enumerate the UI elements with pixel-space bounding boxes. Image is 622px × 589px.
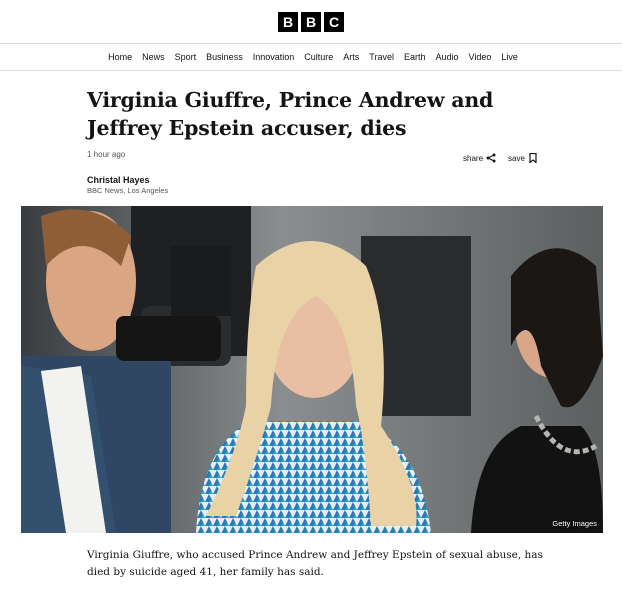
article-timestamp: 1 hour ago — [87, 150, 126, 159]
author-role: BBC News, Los Angeles — [87, 186, 169, 195]
article-headline: Virginia Giuffre, Prince Andrew and Jeff… — [87, 88, 494, 140]
nav-item-live[interactable]: Live — [501, 52, 518, 62]
photo-illustration — [21, 206, 603, 533]
bbc-logo[interactable]: B B C — [278, 12, 344, 32]
nav-item-business[interactable]: Business — [206, 52, 243, 62]
share-label: share — [463, 153, 484, 163]
logo-letter-b1: B — [278, 12, 298, 32]
nav-item-travel[interactable]: Travel — [369, 52, 394, 62]
share-button[interactable]: share — [463, 153, 496, 163]
bookmark-icon — [529, 153, 537, 163]
share-icon — [486, 153, 496, 163]
image-credit: Getty Images — [552, 519, 597, 528]
logo-letter-c: C — [324, 12, 344, 32]
nav-item-earth[interactable]: Earth — [404, 52, 426, 62]
nav-item-news[interactable]: News — [142, 52, 165, 62]
nav-item-audio[interactable]: Audio — [435, 52, 458, 62]
nav-item-arts[interactable]: Arts — [343, 52, 359, 62]
masthead: B B C — [0, 0, 622, 44]
nav-item-home[interactable]: Home — [108, 52, 132, 62]
article-photo: Getty Images — [21, 206, 603, 533]
nav-item-sport[interactable]: Sport — [175, 52, 197, 62]
save-button[interactable]: save — [508, 153, 538, 163]
nav-item-innovation[interactable]: Innovation — [253, 52, 295, 62]
logo-letter-b2: B — [301, 12, 321, 32]
main-nav: Home News Sport Business Innovation Cult… — [0, 44, 622, 71]
article-summary: Virginia Giuffre, who accused Prince And… — [87, 549, 543, 578]
author-name[interactable]: Christal Hayes — [87, 175, 150, 185]
nav-item-video[interactable]: Video — [469, 52, 492, 62]
nav-item-culture[interactable]: Culture — [304, 52, 333, 62]
save-label: save — [508, 153, 525, 163]
